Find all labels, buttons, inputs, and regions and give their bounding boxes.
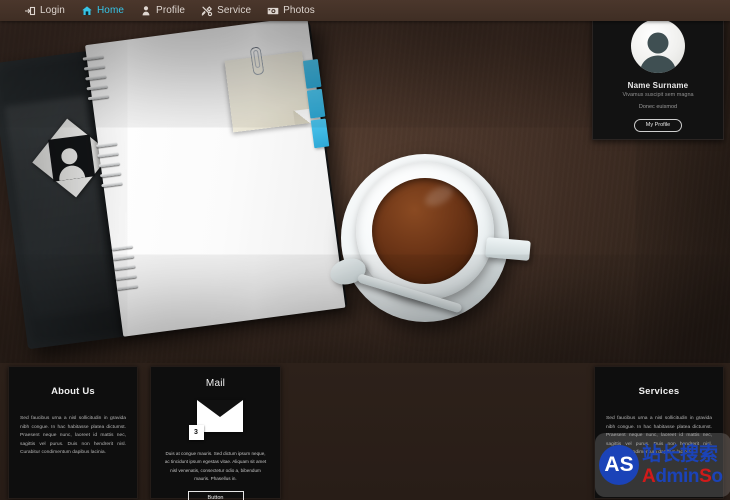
watermark-chinese: 站长搜索 (642, 443, 719, 465)
about-us-panel: About Us Sed faucibus urna a nisl sollic… (8, 366, 138, 499)
nav-label-home: Home (96, 5, 125, 16)
mail-title: Mail (205, 378, 226, 389)
nav-item-photos[interactable]: Photos (259, 0, 323, 21)
watermark-brand-dmin: dmin (655, 465, 700, 487)
home-icon (81, 5, 93, 17)
nav-label-login: Login (40, 5, 65, 16)
profile-caption: Donec euismod (638, 104, 678, 110)
mail-badge: 3 (188, 425, 204, 440)
nav-label-service: Service (217, 5, 252, 16)
page-tab[interactable] (310, 118, 330, 149)
top-navbar: Login Home Profile Service Photos (0, 0, 730, 21)
nav-item-login[interactable]: Login (16, 0, 73, 21)
camera-icon (267, 5, 279, 17)
avatar (631, 19, 685, 73)
login-icon (24, 5, 36, 17)
sticky-note (224, 51, 311, 133)
page-root: Login Home Profile Service Photos Name S… (0, 0, 730, 500)
nav-item-profile[interactable]: Profile (132, 0, 193, 21)
nav-label-photos: Photos (283, 5, 315, 16)
cup-handle (485, 237, 531, 261)
watermark-brand-a: A (642, 465, 656, 487)
profile-name: Name Surname (627, 81, 689, 90)
nav-item-service[interactable]: Service (193, 0, 259, 21)
about-us-title: About Us (51, 386, 95, 397)
watermark-text: 站长搜索 AdminSo (642, 445, 723, 486)
my-profile-button[interactable]: My Profile (633, 119, 683, 133)
mail-body: Duis at congue mauris. Sed dictum ipsum … (164, 451, 267, 481)
watermark-brand-s: S (699, 465, 712, 487)
mail-icon-wrap: 3 (188, 400, 243, 440)
coffee-liquid (372, 178, 478, 284)
mail-panel: Mail 3 Duis at congue mauris. Sed dictum… (150, 366, 281, 500)
profile-subtitle: Vivamus suscipit sem magna (622, 92, 694, 98)
page-tab[interactable] (306, 88, 326, 119)
watermark-logo: AS (599, 445, 639, 485)
services-title: Services (638, 386, 680, 397)
profile-card: Name Surname Vivamus suscipit sem magna … (592, 4, 724, 140)
nav-label-profile: Profile (156, 5, 186, 16)
mail-button[interactable]: Button (187, 491, 244, 500)
watermark-brand: AdminSo (642, 467, 723, 486)
service-icon (201, 5, 213, 17)
watermark: AS 站长搜索 AdminSo (595, 433, 730, 497)
nav-item-home[interactable]: Home (73, 0, 132, 21)
page-tab[interactable] (302, 59, 322, 89)
about-us-body: Sed faucibus urna a nisl sollicitudin in… (20, 416, 126, 456)
notebook (0, 21, 359, 359)
profile-icon (140, 5, 152, 17)
watermark-brand-o: o (711, 465, 723, 487)
